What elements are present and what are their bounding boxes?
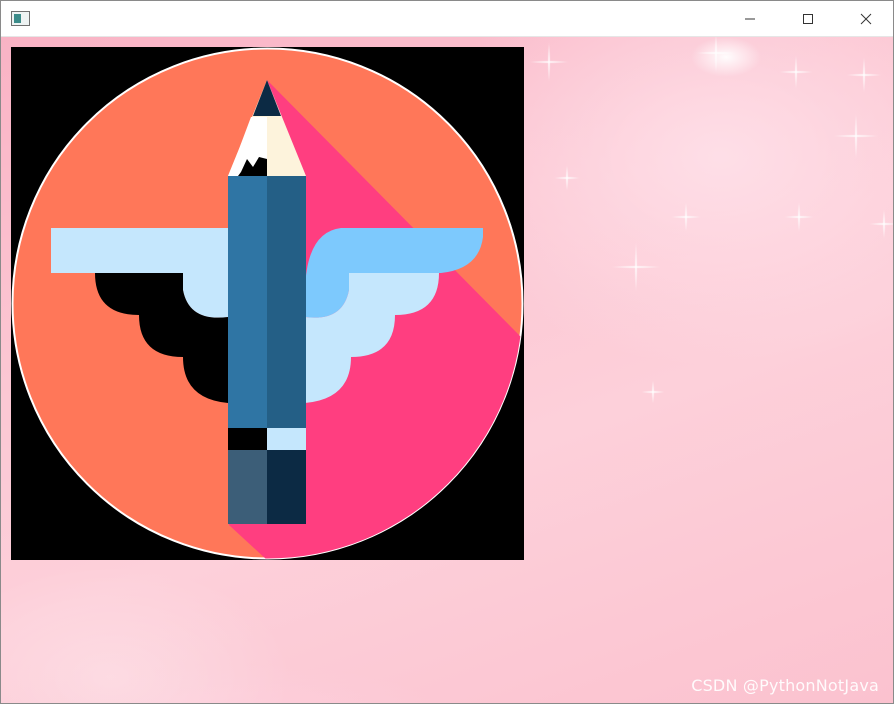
watermark-text: CSDN @PythonNotJava xyxy=(691,676,879,695)
sparkle-decoration xyxy=(779,55,813,89)
image-display xyxy=(11,47,524,560)
minimize-button[interactable] xyxy=(721,1,779,37)
winged-pencil-logo xyxy=(11,47,524,560)
sparkle-decoration xyxy=(641,380,665,404)
sparkle-decoration xyxy=(554,165,580,191)
close-button[interactable] xyxy=(837,1,893,37)
close-icon xyxy=(860,13,872,25)
sparkle-decoration xyxy=(671,202,701,232)
title-bar[interactable] xyxy=(1,1,893,37)
sparkle-decoration xyxy=(529,42,569,82)
sparkle-decoration xyxy=(846,57,882,93)
window-client-area: CSDN @PythonNotJava xyxy=(1,37,893,703)
application-window: CSDN @PythonNotJava xyxy=(0,0,894,704)
app-window-icon[interactable] xyxy=(11,11,30,26)
sparkle-decoration xyxy=(869,209,893,239)
maximize-button[interactable] xyxy=(779,1,837,37)
minimize-icon xyxy=(745,18,755,20)
sparkle-decoration xyxy=(784,202,814,232)
sparkle-decoration xyxy=(696,37,736,73)
maximize-icon xyxy=(803,14,813,24)
sparkle-decoration xyxy=(833,113,879,159)
sparkle-decoration xyxy=(611,242,661,292)
